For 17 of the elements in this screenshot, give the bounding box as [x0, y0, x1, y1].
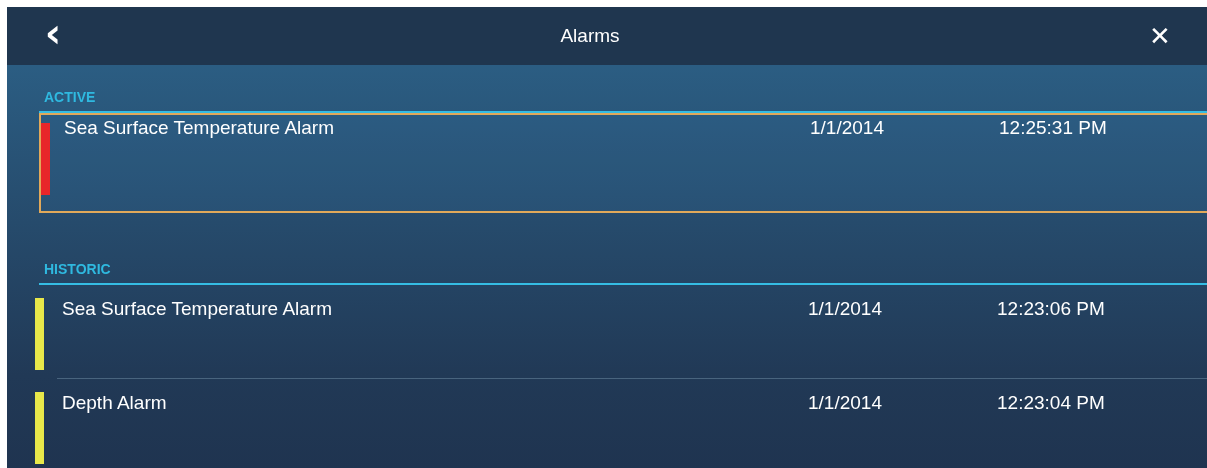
- alarm-row[interactable]: Depth Alarm 1/1/2014 12:23:04 PM: [35, 379, 1207, 468]
- close-button[interactable]: ✕: [1145, 21, 1175, 51]
- alarm-time: 12:23:06 PM: [997, 298, 1105, 320]
- back-button[interactable]: ‹: [41, 13, 65, 53]
- alarm-row[interactable]: Sea Surface Temperature Alarm 1/1/2014 12:23:06 PM: [35, 285, 1207, 379]
- alarm-row[interactable]: Sea Surface Temperature Alarm 1/1/2014 12:25:31 PM: [39, 113, 1207, 213]
- alarm-date: 1/1/2014: [808, 392, 883, 414]
- alarm-name: Sea Surface Temperature Alarm: [64, 117, 335, 139]
- alarm-date: 1/1/2014: [810, 117, 885, 139]
- alarm-name: Sea Surface Temperature Alarm: [62, 298, 333, 320]
- window-title: Alarms: [559, 25, 621, 47]
- alarm-name: Depth Alarm: [62, 392, 168, 414]
- section-label: HISTORIC: [44, 260, 112, 279]
- alarm-time: 12:23:04 PM: [997, 392, 1105, 414]
- alarm-time: 12:25:31 PM: [999, 117, 1107, 139]
- alarm-date: 1/1/2014: [808, 298, 883, 320]
- section-label: ACTIVE: [44, 88, 97, 107]
